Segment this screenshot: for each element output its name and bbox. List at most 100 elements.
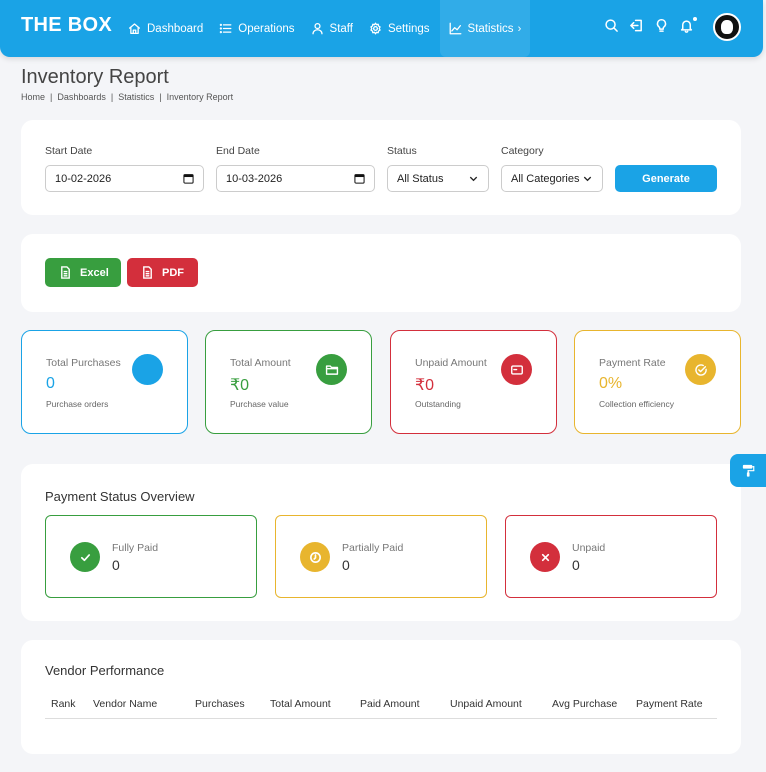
check-icon-glyph <box>80 553 90 561</box>
x-icon <box>530 542 560 572</box>
avatar-image <box>715 15 739 39</box>
brand-logo[interactable]: THE BOX <box>21 14 112 37</box>
stat-label: Unpaid Amount <box>415 357 487 369</box>
breadcrumb-separator: | <box>110 92 114 102</box>
breadcrumb-separator: | <box>159 92 162 102</box>
paint-roller-icon <box>742 464 754 477</box>
column-header-avg-purchase[interactable]: Avg Purchase <box>552 698 617 710</box>
payment-status-fully-paid: Fully Paid 0 <box>45 515 257 598</box>
calendar-icon <box>183 174 194 184</box>
stat-card-payment-rate: Payment Rate 0% Collection efficiency <box>574 330 741 434</box>
generate-button[interactable]: Generate <box>615 165 717 192</box>
chart-icon <box>449 22 461 35</box>
column-header-vendor-name[interactable]: Vendor Name <box>93 698 157 710</box>
check-circle-icon <box>685 354 716 385</box>
export-card: Excel PDF <box>21 234 741 312</box>
category-select[interactable]: All Categories <box>501 165 603 192</box>
stat-card-total-purchases: Total Purchases 0 Purchase orders <box>21 330 188 434</box>
page-title: Inventory Report <box>21 66 169 88</box>
nav-operations[interactable]: Operations <box>211 0 302 57</box>
logout-icon <box>630 19 642 32</box>
filter-card: Start Date 10-02-2026 End Date 10-03-202… <box>21 120 741 215</box>
breadcrumb: Home | Dashboards | Statistics | Invento… <box>21 92 233 102</box>
nav-staff[interactable]: Staff <box>303 0 361 57</box>
bell-icon <box>680 20 693 33</box>
check-circle-icon-glyph <box>694 363 707 376</box>
column-header-purchases[interactable]: Purchases <box>195 698 245 710</box>
start-date-value: 10-02-2026 <box>55 172 112 185</box>
document-icon <box>61 266 70 279</box>
nav-settings[interactable]: Settings <box>361 0 438 57</box>
end-date-label: End Date <box>216 145 260 157</box>
column-header-paid-amount[interactable]: Paid Amount <box>360 698 420 710</box>
start-date-label: Start Date <box>45 145 93 157</box>
column-header-total-amount[interactable]: Total Amount <box>270 698 331 710</box>
vendor-table-header: Rank Vendor Name Purchases Total Amount … <box>45 695 717 719</box>
theme-customizer-button[interactable] <box>730 454 766 487</box>
chevron-right-icon: › <box>517 22 522 35</box>
status-label: Status <box>387 145 417 157</box>
start-date-input[interactable]: 10-02-2026 <box>45 165 204 192</box>
lightbulb-icon <box>656 18 667 32</box>
user-icon <box>311 22 323 35</box>
calendar-icon <box>354 174 365 184</box>
gear-icon <box>370 22 381 35</box>
folder-icon-glyph <box>325 364 338 375</box>
document-icon <box>143 266 152 279</box>
column-header-payment-rate[interactable]: Payment Rate <box>636 698 703 710</box>
breadcrumb-current: Inventory Report <box>166 92 234 102</box>
nav-dashboard-label: Dashboard <box>147 22 204 35</box>
theme-button[interactable] <box>654 18 669 38</box>
check-icon <box>70 542 100 572</box>
stat-value: 0 <box>46 375 55 392</box>
payment-status-count: 0 <box>342 557 350 573</box>
status-value: All Status <box>397 172 444 185</box>
nav-statistics-label: Statistics <box>467 22 514 35</box>
nav-statistics[interactable]: Statistics › <box>439 0 531 57</box>
stat-subtitle: Purchase orders <box>46 399 109 409</box>
payment-status-count: 0 <box>572 557 580 573</box>
payment-status-label: Fully Paid <box>112 542 159 554</box>
nav-dashboard[interactable]: Dashboard <box>120 0 211 57</box>
nav-operations-label: Operations <box>238 22 295 35</box>
clock-icon-glyph <box>309 551 321 563</box>
search-icon <box>605 19 618 32</box>
breadcrumb-dashboards[interactable]: Dashboards <box>57 92 106 102</box>
chevron-down-icon <box>583 176 592 182</box>
end-date-value: 10-03-2026 <box>226 172 283 185</box>
end-date-input[interactable]: 10-03-2026 <box>216 165 375 192</box>
home-icon <box>128 23 141 35</box>
payment-status-label: Unpaid <box>572 542 606 554</box>
payment-status-partially-paid: Partially Paid 0 <box>275 515 487 598</box>
search-button[interactable] <box>604 18 619 38</box>
export-pdf-button[interactable]: PDF <box>127 258 198 287</box>
stat-card-unpaid-amount: Unpaid Amount ₹0 Outstanding <box>390 330 557 434</box>
stat-label: Total Amount <box>230 357 291 369</box>
payment-status-label: Partially Paid <box>342 542 404 554</box>
chevron-down-icon <box>469 176 478 182</box>
stat-label: Total Purchases <box>46 357 121 369</box>
breadcrumb-statistics[interactable]: Statistics <box>118 92 154 102</box>
category-value: All Categories <box>511 172 580 185</box>
category-label: Category <box>501 145 544 157</box>
payment-status-unpaid: Unpaid 0 <box>505 515 717 598</box>
status-select[interactable]: All Status <box>387 165 489 192</box>
stat-card-total-amount: Total Amount ₹0 Purchase value <box>205 330 372 434</box>
column-header-unpaid-amount[interactable]: Unpaid Amount <box>450 698 522 710</box>
column-header-rank[interactable]: Rank <box>51 698 76 710</box>
header-actions <box>604 17 697 38</box>
top-navbar: THE BOX Dashboard Operations Staff Setti… <box>0 0 763 57</box>
breadcrumb-home[interactable]: Home <box>21 92 45 102</box>
vendor-performance-title: Vendor Performance <box>45 663 165 678</box>
logout-button[interactable] <box>629 18 644 38</box>
payment-status-count: 0 <box>112 557 120 573</box>
notifications-button[interactable] <box>679 17 697 38</box>
payment-status-card: Payment Status Overview Fully Paid 0 Par… <box>21 464 741 621</box>
stat-value: ₹0 <box>415 377 435 394</box>
stat-subtitle: Outstanding <box>415 399 461 409</box>
clock-icon <box>300 542 330 572</box>
folder-icon <box>316 354 347 385</box>
export-excel-button[interactable]: Excel <box>45 258 121 287</box>
avatar[interactable] <box>713 13 741 41</box>
stat-value: ₹0 <box>230 377 250 394</box>
